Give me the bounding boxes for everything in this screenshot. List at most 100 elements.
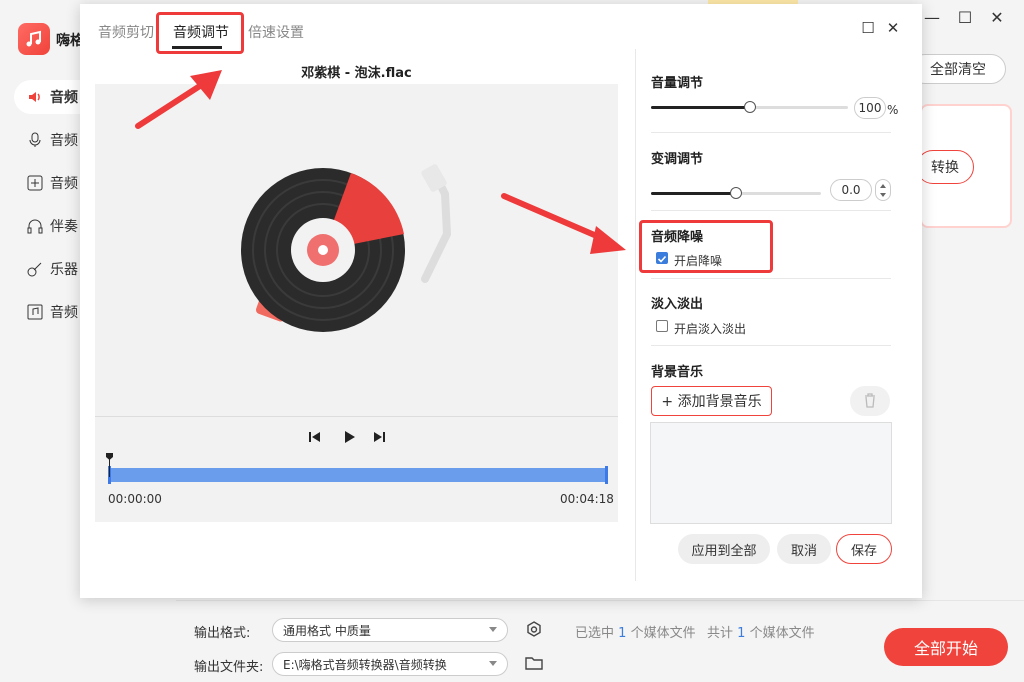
close-icon[interactable]: ✕ (987, 8, 1007, 27)
time-start: 00:00:00 (108, 492, 162, 506)
section-divider (651, 132, 891, 133)
selected-suffix: 个媒体文件 (630, 626, 696, 641)
add-bgm-label: + 添加背景音乐 (661, 394, 762, 410)
volume-input[interactable]: 100 (854, 97, 886, 119)
output-folder-value: E:\嗨格式音频转换器\音频转换 (283, 657, 447, 672)
sidebar-item-label: 乐器 (50, 262, 78, 278)
volume-title: 音量调节 (651, 76, 704, 91)
player-divider (95, 416, 618, 417)
volume-value: 100 (858, 101, 882, 115)
chevron-up-icon[interactable] (880, 184, 886, 188)
selected-number: 1 (618, 626, 627, 641)
minimize-icon[interactable]: — (922, 8, 942, 27)
output-format-value: 通用格式 中质量 (283, 623, 371, 638)
delete-bgm-button[interactable] (850, 386, 890, 416)
volume-slider-fill (651, 106, 750, 109)
convert-label: 转换 (931, 160, 959, 176)
song-title: 邓紫棋 - 泡沫.flac (301, 66, 412, 81)
output-format-select[interactable]: 通用格式 中质量 (272, 618, 508, 642)
convert-button[interactable]: 转换 (916, 150, 974, 184)
sidebar-item-audio-convert[interactable]: 音频 (14, 80, 84, 114)
total-prefix: 共计 (707, 626, 734, 641)
trash-icon (865, 393, 875, 408)
start-all-button[interactable]: 全部开始 (884, 628, 1008, 666)
selected-prefix: 已选中 (575, 626, 615, 641)
sidebar-item-label: 伴奏 (50, 219, 78, 235)
play-icon[interactable] (342, 430, 362, 446)
cancel-label: 取消 (790, 543, 817, 559)
output-folder-select[interactable]: E:\嗨格式音频转换器\音频转换 (272, 652, 508, 676)
fade-title: 淡入淡出 (651, 297, 704, 312)
chevron-down-icon (489, 661, 497, 666)
audio-adjust-dialog: 音频剪切 音频调节 倍速设置 ☐ ✕ 邓紫棋 - 泡沫.flac 00:00:0… (80, 4, 922, 598)
audio-file-icon (26, 303, 44, 321)
section-divider (651, 210, 891, 211)
maximize-icon[interactable]: ☐ (858, 18, 878, 38)
music-note-icon (26, 30, 41, 47)
pitch-slider-fill (651, 192, 736, 195)
total-suffix: 个媒体文件 (749, 626, 815, 641)
player-area (95, 84, 618, 522)
next-icon[interactable] (372, 430, 392, 446)
sidebar-item-audio-record[interactable]: 音频 (14, 123, 84, 157)
tab-highlight-box (156, 12, 244, 54)
sidebar-item-audio-other[interactable]: 音频 (14, 295, 84, 329)
output-format-label: 输出格式: (194, 626, 251, 641)
sidebar-item-instrument[interactable]: 乐器 (14, 252, 84, 286)
save-button[interactable]: 保存 (836, 534, 892, 564)
pitch-title: 变调调节 (651, 152, 704, 167)
app-logo (18, 23, 50, 55)
merge-icon (26, 174, 44, 192)
pitch-value: 0.0 (841, 183, 861, 197)
sidebar-item-label: 音频 (50, 90, 78, 106)
clear-all-button[interactable]: 全部清空 (910, 54, 1006, 84)
previous-icon[interactable] (308, 430, 328, 446)
folder-icon[interactable] (524, 654, 544, 672)
fade-checkbox[interactable] (656, 320, 668, 332)
volume-slider-thumb[interactable] (744, 101, 756, 113)
trim-end-handle[interactable] (605, 466, 608, 484)
output-folder-label: 输出文件夹: (194, 660, 264, 675)
apply-all-label: 应用到全部 (691, 543, 757, 559)
clear-all-label: 全部清空 (930, 62, 986, 78)
panel-divider (635, 49, 636, 581)
save-label: 保存 (850, 543, 877, 559)
settings-icon[interactable] (524, 620, 544, 640)
tab-audio-cut[interactable]: 音频剪切 (98, 22, 154, 42)
fade-label[interactable]: 开启淡入淡出 (674, 320, 746, 337)
time-end: 00:04:18 (560, 492, 614, 506)
chevron-down-icon (489, 627, 497, 632)
pitch-input[interactable]: 0.0 (830, 179, 872, 201)
maximize-icon[interactable]: ☐ (955, 8, 975, 27)
sidebar-item-accompaniment[interactable]: 伴奏 (14, 209, 84, 243)
bgm-list (650, 422, 892, 524)
bgm-title: 背景音乐 (651, 365, 704, 380)
timeline-track[interactable] (108, 468, 608, 482)
sidebar-item-label: 音频 (50, 305, 78, 321)
volume-unit: % (887, 103, 899, 117)
pitch-slider-thumb[interactable] (730, 187, 742, 199)
cancel-button[interactable]: 取消 (777, 534, 831, 564)
pitch-stepper[interactable] (875, 179, 891, 201)
section-divider (651, 345, 891, 346)
speaker-icon (26, 88, 44, 106)
playhead-marker[interactable] (106, 453, 113, 477)
selected-count: 已选中 1 个媒体文件 (575, 622, 696, 641)
total-number: 1 (737, 626, 746, 641)
apply-to-all-button[interactable]: 应用到全部 (678, 534, 770, 564)
headphones-icon (26, 217, 44, 235)
sidebar-item-audio-merge[interactable]: 音频 (14, 166, 84, 200)
tab-speed-settings[interactable]: 倍速设置 (248, 22, 304, 42)
total-count: 共计 1 个媒体文件 (707, 622, 815, 641)
add-background-music-button[interactable]: + 添加背景音乐 (651, 386, 772, 416)
microphone-icon (26, 131, 44, 149)
section-divider (651, 278, 891, 279)
chevron-down-icon[interactable] (880, 193, 886, 197)
guitar-icon (26, 260, 44, 278)
sidebar-item-label: 音频 (50, 176, 78, 192)
sidebar-item-label: 音频 (50, 133, 78, 149)
denoise-highlight-box (639, 220, 773, 273)
close-icon[interactable]: ✕ (883, 18, 903, 38)
vinyl-record-illustration (241, 164, 452, 332)
start-all-label: 全部开始 (913, 639, 978, 658)
